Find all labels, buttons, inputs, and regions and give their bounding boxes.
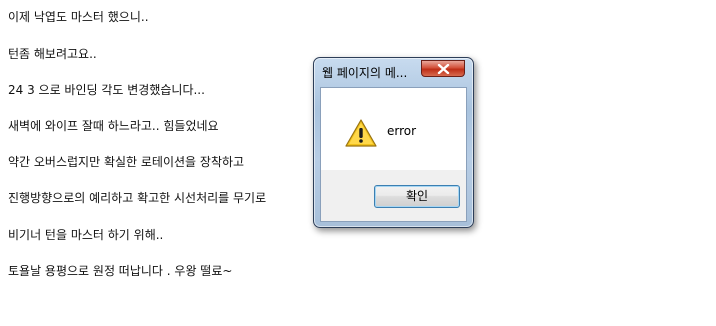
dialog-titlebar[interactable]: 웹 페이지의 메... <box>314 58 473 86</box>
close-icon <box>437 64 450 74</box>
close-button[interactable] <box>421 60 465 77</box>
post-line: 진행방향으로의 예리하고 확고한 시선처리를 무기로 <box>8 191 267 205</box>
alert-dialog: 웹 페이지의 메... error 확인 <box>313 57 474 228</box>
post-line: 새벽에 와이프 잘때 하느라고.. 힘들었네요 <box>8 119 219 133</box>
post-line: 이제 낙엽도 마스터 했으니.. <box>8 10 149 24</box>
ok-button[interactable]: 확인 <box>374 185 460 208</box>
dialog-title: 웹 페이지의 메... <box>322 66 408 80</box>
post-line: 턴좀 해보려고요.. <box>8 47 97 61</box>
dialog-content: error 확인 <box>320 87 467 222</box>
post-line: 비기너 턴을 마스터 하기 위해.. <box>8 228 164 242</box>
dialog-message: error <box>387 124 417 138</box>
post-line: 24 3 으로 바인딩 각도 변경했습니다... <box>8 83 205 97</box>
post-line: 약간 오버스럽지만 확실한 로테이션을 장착하고 <box>8 155 245 169</box>
dialog-message-area: error <box>321 88 466 170</box>
warning-icon <box>345 119 377 147</box>
post-line: 토욜날 용평으로 원정 떠납니다 . 우왕 떨료~ <box>8 264 233 278</box>
